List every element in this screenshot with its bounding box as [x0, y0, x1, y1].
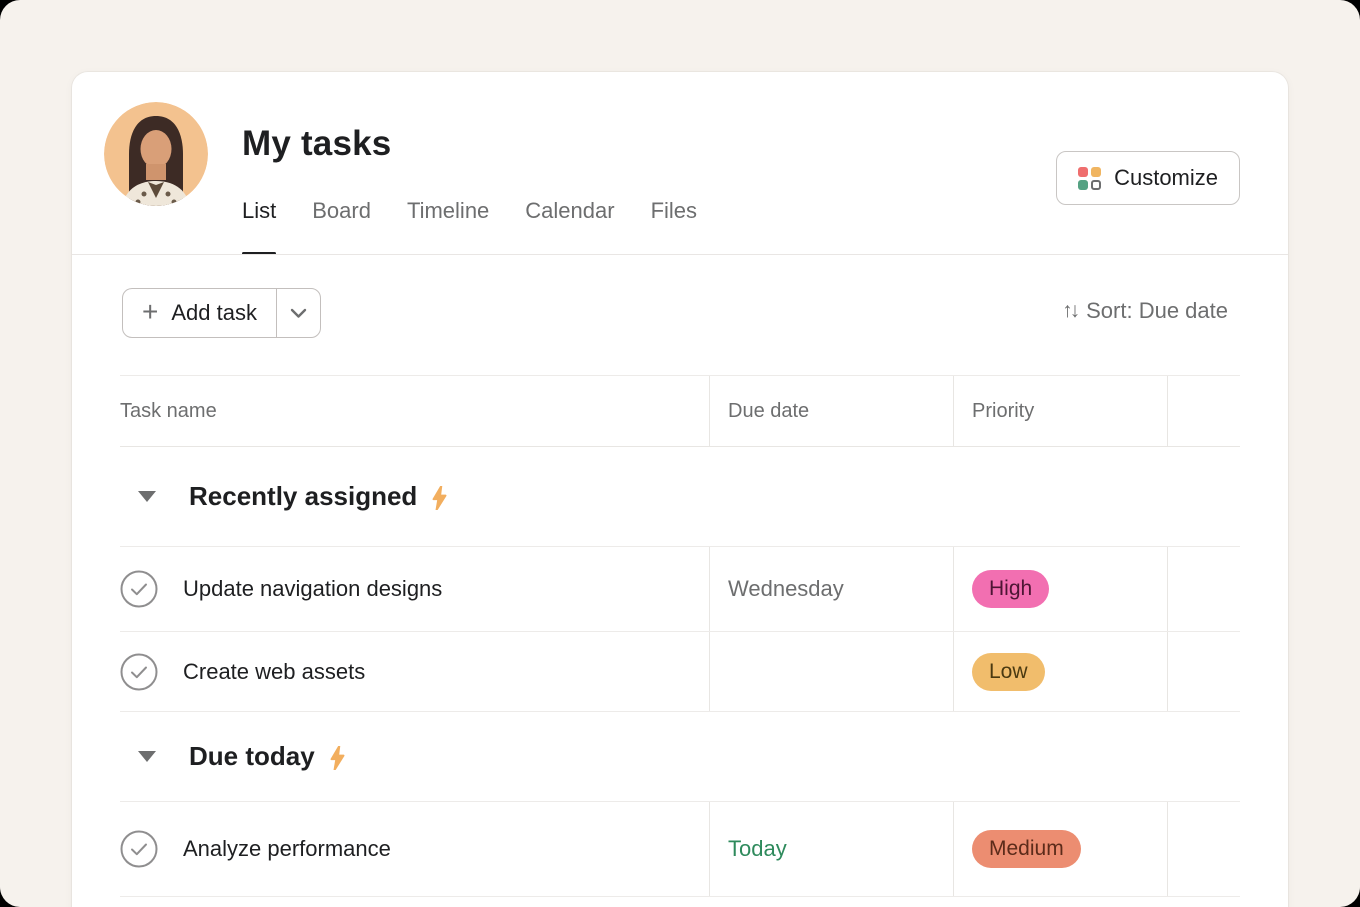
- priority-badge[interactable]: Low: [972, 653, 1045, 691]
- row-spacer: [1167, 802, 1240, 896]
- column-header-due-date[interactable]: Due date: [709, 376, 953, 446]
- view-tabs: List Board Timeline Calendar Files: [242, 196, 697, 255]
- column-header-spacer: [1167, 376, 1240, 446]
- add-task-button[interactable]: + Add task: [123, 289, 276, 337]
- row-spacer: [1167, 632, 1240, 711]
- row-spacer: [1167, 547, 1240, 631]
- add-task-dropdown-button[interactable]: [276, 289, 320, 337]
- due-date: Wednesday: [728, 576, 844, 602]
- add-task-label: Add task: [171, 300, 257, 326]
- tab-calendar[interactable]: Calendar: [525, 196, 614, 255]
- task-table: Task name Due date Priority Recently ass…: [120, 375, 1240, 897]
- tab-board[interactable]: Board: [312, 196, 371, 255]
- customize-label: Customize: [1114, 165, 1218, 191]
- task-name[interactable]: Create web assets: [183, 659, 365, 685]
- plus-icon: +: [142, 298, 158, 326]
- avatar-image: [104, 102, 208, 206]
- bolt-icon: [432, 486, 447, 510]
- customize-button[interactable]: Customize: [1056, 151, 1240, 205]
- add-task-split-button: + Add task: [122, 288, 321, 338]
- task-row[interactable]: Create web assets Low: [120, 632, 1240, 712]
- avatar[interactable]: [104, 102, 208, 206]
- check-circle-icon[interactable]: [120, 653, 158, 691]
- tab-list[interactable]: List: [242, 196, 276, 255]
- sort-arrows-icon: ↑↓: [1062, 299, 1077, 323]
- chevron-down-icon: [290, 308, 307, 319]
- task-name[interactable]: Update navigation designs: [183, 576, 442, 602]
- tab-timeline[interactable]: Timeline: [407, 196, 489, 255]
- task-name[interactable]: Analyze performance: [183, 836, 391, 862]
- priority-badge[interactable]: High: [972, 570, 1049, 608]
- bolt-icon: [330, 746, 345, 770]
- section-header-due-today[interactable]: Due today: [120, 712, 1240, 802]
- collapse-triangle-icon[interactable]: [138, 751, 156, 762]
- priority-badge[interactable]: Medium: [972, 830, 1081, 868]
- column-header-task-name[interactable]: Task name: [120, 376, 709, 446]
- check-circle-icon[interactable]: [120, 830, 158, 868]
- collapse-triangle-icon[interactable]: [138, 491, 156, 502]
- section-title: Recently assigned: [189, 481, 417, 512]
- column-header-priority[interactable]: Priority: [953, 376, 1167, 446]
- header-divider: [72, 254, 1288, 255]
- check-circle-icon[interactable]: [120, 570, 158, 608]
- screenshot-frame: My tasks List Board Timeline Calendar Fi…: [0, 0, 1360, 907]
- due-date: Today: [728, 836, 787, 862]
- page-title: My tasks: [242, 124, 391, 164]
- customize-grid-icon: [1078, 167, 1101, 190]
- tab-files[interactable]: Files: [651, 196, 697, 255]
- task-row[interactable]: Update navigation designs Wednesday High: [120, 547, 1240, 632]
- my-tasks-window: My tasks List Board Timeline Calendar Fi…: [72, 72, 1288, 907]
- section-header-recently-assigned[interactable]: Recently assigned: [120, 447, 1240, 547]
- table-header-row: Task name Due date Priority: [120, 375, 1240, 447]
- sort-label: Sort: Due date: [1086, 298, 1228, 324]
- section-title: Due today: [189, 741, 315, 772]
- sort-control[interactable]: ↑↓ Sort: Due date: [1062, 298, 1228, 324]
- task-row[interactable]: Analyze performance Today Medium: [120, 802, 1240, 897]
